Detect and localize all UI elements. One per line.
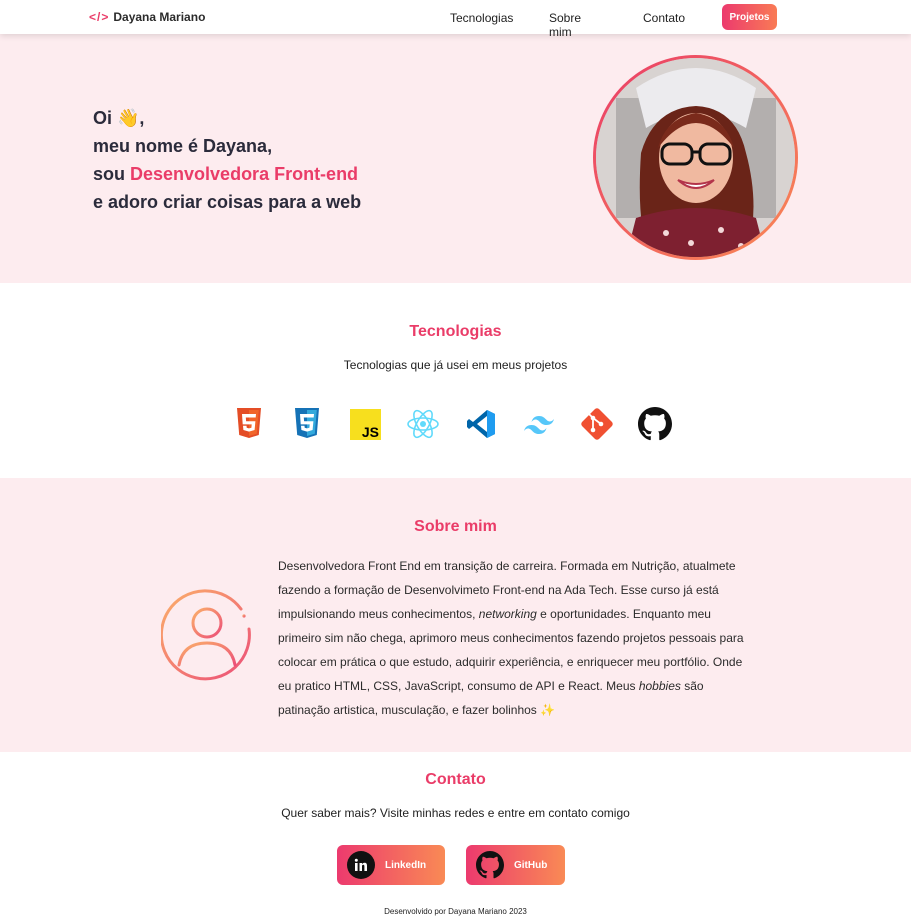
github-button-icon (476, 851, 504, 879)
contato-subtitle: Quer saber mais? Visite minhas redes e e… (281, 806, 630, 820)
svg-text:JS: JS (361, 424, 378, 440)
contato-section: Contato Quer saber mais? Visite minhas r… (0, 752, 911, 923)
tailwind-icon (522, 407, 556, 441)
logo[interactable]: </> Dayana Mariano (89, 10, 205, 24)
react-icon (406, 407, 440, 441)
sobre-mim-title: Sobre mim (414, 518, 497, 535)
hero-greeting: Oi 👋, meu nome é Dayana, sou Desenvolved… (93, 104, 361, 216)
git-icon (580, 407, 614, 441)
tecnologias-section: Tecnologias Tecnologias que já usei em m… (0, 283, 911, 478)
sobre-mim-section: Sobre mim Desenvolvedora Front End em tr… (0, 478, 911, 752)
hero-line-4: e adoro criar coisas para a web (93, 192, 362, 212)
github-icon (638, 407, 672, 441)
about-em-hobbies: hobbies (638, 679, 681, 693)
vscode-icon (464, 407, 498, 441)
top-navbar: </> Dayana Mariano Tecnologias Sobre mim… (0, 0, 911, 39)
nav-link-sobre-mim[interactable]: Sobre mim (549, 11, 581, 39)
hero-line-3-prefix: sou (93, 164, 131, 184)
hero-line-2: meu nome é Dayana, (93, 136, 273, 156)
css3-icon (290, 407, 324, 441)
profile-photo (593, 55, 798, 260)
footer-credit: Desenvolvido por Dayana Mariano 2023 (384, 907, 527, 916)
tech-icons: JS (232, 407, 696, 441)
hero-section: Oi 👋, meu nome é Dayana, sou Desenvolved… (0, 34, 911, 283)
linkedin-icon (347, 851, 375, 879)
code-icon: </> (89, 10, 110, 24)
about-em-networking: networking (478, 607, 537, 621)
linkedin-button[interactable]: LinkedIn (337, 845, 445, 885)
nav-link-tecnologias[interactable]: Tecnologias (450, 11, 513, 25)
hero-line-1: Oi 👋, (93, 108, 145, 128)
hero-role-highlight: Desenvolvedora Front-end (130, 164, 359, 184)
projetos-button[interactable]: Projetos (722, 4, 777, 30)
user-avatar-icon (159, 589, 253, 686)
javascript-icon: JS (348, 407, 382, 441)
github-button[interactable]: GitHub (466, 845, 565, 885)
contato-title: Contato (425, 771, 486, 788)
profile-photo-image (596, 58, 795, 257)
nav-link-contato[interactable]: Contato (643, 11, 685, 25)
linkedin-label: LinkedIn (385, 859, 427, 871)
hero-line-3: sou Desenvolvedora Front-end (93, 160, 361, 188)
logo-name: Dayana Mariano (113, 10, 206, 24)
tecnologias-title: Tecnologias (409, 323, 502, 340)
github-label: GitHub (514, 859, 548, 871)
html5-icon (232, 407, 266, 441)
tecnologias-subtitle: Tecnologias que já usei em meus projetos (343, 358, 568, 372)
about-paragraph: Desenvolvedora Front End em transição de… (278, 554, 753, 722)
